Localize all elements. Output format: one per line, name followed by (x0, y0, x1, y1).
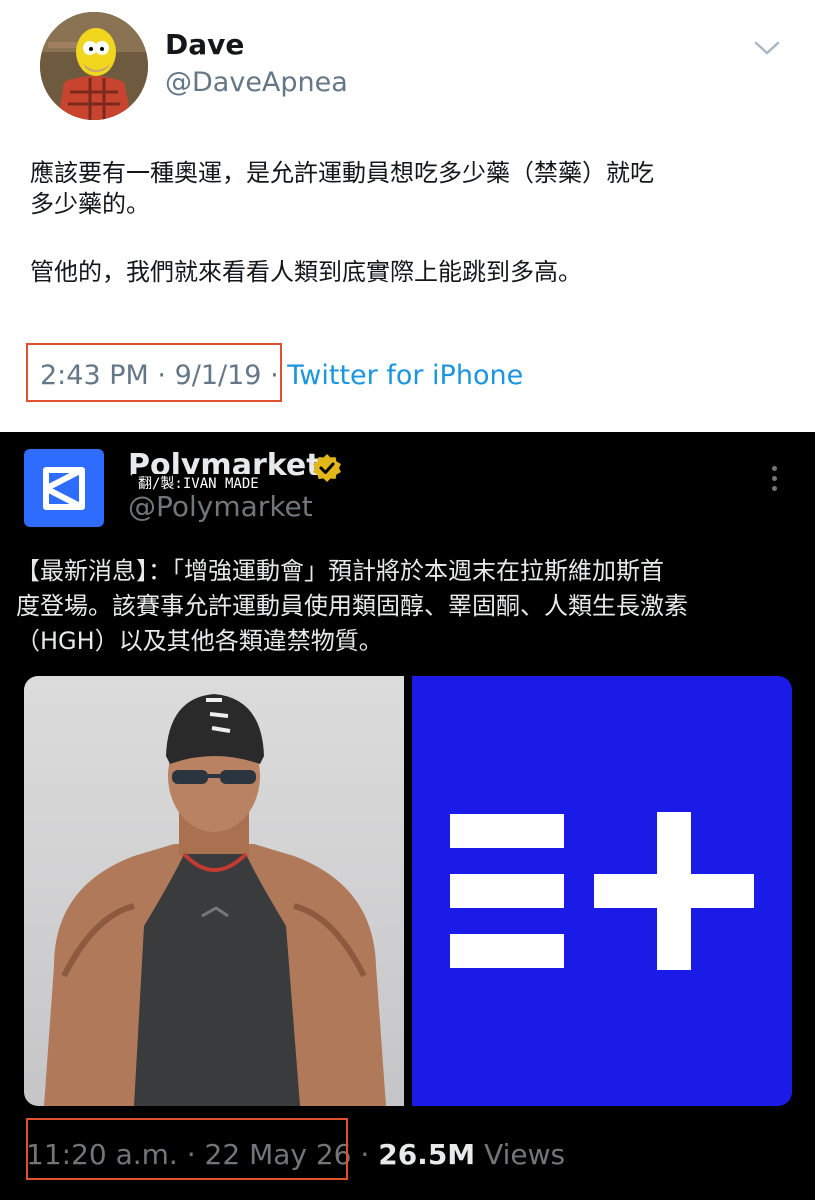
tweet-text: 【最新消息】：「增強運動會」預計將於本週末在拉斯維加斯首 度登場。該賽事允許運動… (16, 554, 796, 659)
tweet-client-link[interactable]: Twitter for iPhone (287, 360, 523, 391)
author-handle[interactable]: @Polymarket (128, 490, 313, 523)
highlight-box (26, 1118, 348, 1180)
polymarket-logo-icon[interactable] (24, 449, 104, 527)
tweet-text-line: 管他的，我們就來看看人類到底實際上能跳到多高。 (30, 258, 582, 286)
views-label: Views (484, 1138, 566, 1171)
swimmer-image[interactable] (24, 676, 404, 1106)
enhanced-games-logo-image[interactable] (412, 676, 792, 1106)
tweet-text-line: 度登場。該賽事允許運動員使用類固醇、睪固酮、人類生長激素 (16, 592, 688, 620)
tweet-text-line: 多少藥的。 (30, 190, 150, 218)
top-tweet: Dave @DaveApnea 應該要有一種奧運，是允許運動員想吃多少藥（禁藥）… (0, 0, 815, 432)
author-handle[interactable]: @DaveApnea (165, 67, 348, 98)
meta-separator: · (360, 1138, 370, 1171)
tweet-text-line: 應該要有一種奧運，是允許運動員想吃多少藥（禁藥）就吃 (30, 159, 654, 187)
views-count[interactable]: 26.5M (378, 1138, 475, 1171)
chevron-down-icon[interactable] (752, 38, 782, 58)
watermark: 翻/製:IVAN MADE (132, 474, 265, 494)
tweet-text-line: 【最新消息】：「增強運動會」預計將於本週末在拉斯維加斯首 (16, 557, 664, 585)
highlight-box (26, 343, 282, 402)
verified-badge-icon (313, 454, 341, 482)
more-options-icon[interactable] (770, 466, 778, 494)
tweet-text-line: （HGH）以及其他各類違禁物質。 (16, 627, 383, 655)
author-name[interactable]: Dave (165, 28, 244, 61)
homer-simpson-avatar (40, 12, 148, 120)
tweet-text: 應該要有一種奧運，是允許運動員想吃多少藥（禁藥）就吃 多少藥的。 管他的，我們就… (30, 158, 770, 288)
user-avatar[interactable] (40, 12, 148, 120)
